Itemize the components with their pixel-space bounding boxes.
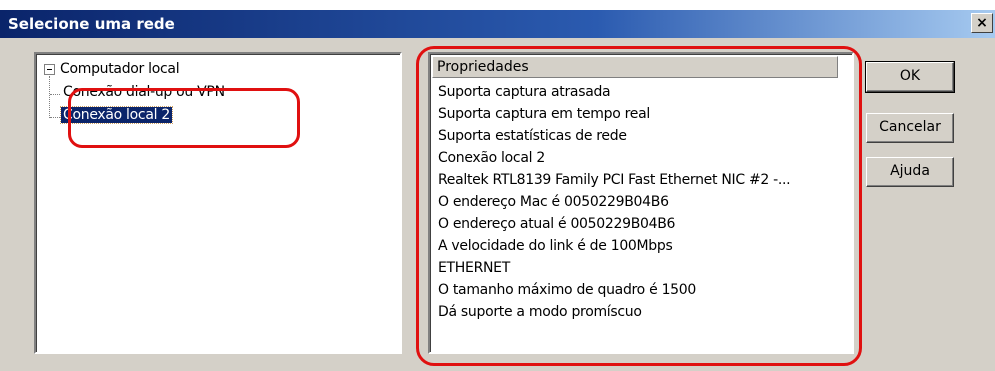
collapse-icon[interactable] — [44, 64, 55, 75]
help-button[interactable]: Ajuda — [866, 157, 954, 187]
title-bar[interactable]: Selecione uma rede × — [0, 10, 995, 38]
tree-node-local-computer[interactable]: Computador local — [60, 61, 180, 77]
annotation-highlight-properties — [416, 46, 862, 366]
dialog-title: Selecione uma rede — [8, 15, 175, 33]
tree-connector — [49, 76, 50, 118]
cancel-button[interactable]: Cancelar — [866, 113, 954, 143]
annotation-highlight-tree — [68, 88, 300, 148]
close-button[interactable]: × — [971, 13, 993, 33]
tree-connector — [50, 117, 60, 118]
tree-connector — [50, 94, 60, 95]
ok-button[interactable]: OK — [865, 61, 955, 93]
